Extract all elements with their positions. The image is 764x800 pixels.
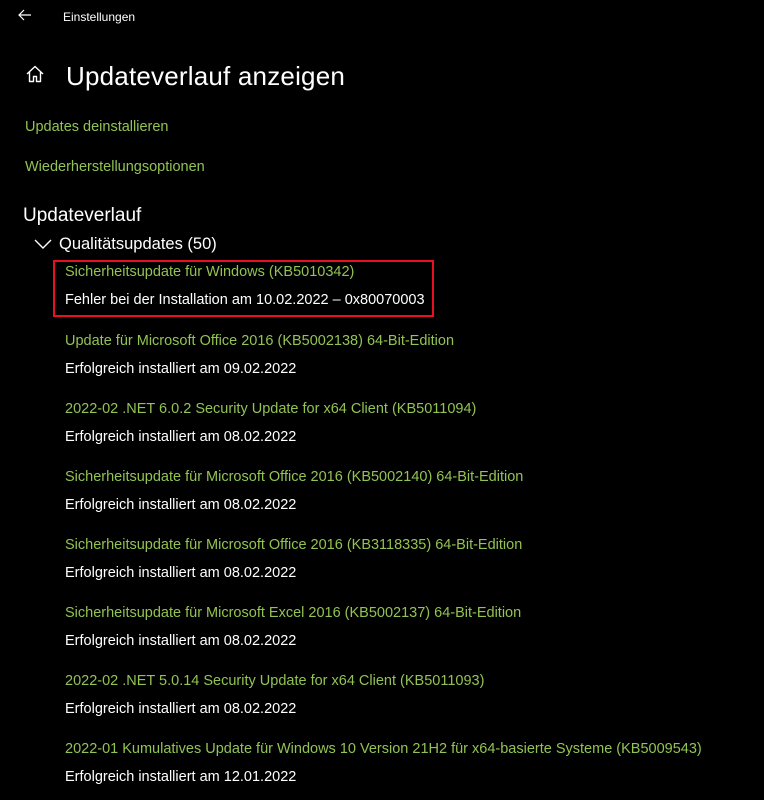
recovery-options-link[interactable]: Wiederherstellungsoptionen <box>25 159 205 175</box>
title-bar: Einstellungen <box>0 0 764 34</box>
update-item: Sicherheitsupdate für Microsoft Office 2… <box>65 536 755 596</box>
update-name-link[interactable]: Update für Microsoft Office 2016 (KB5002… <box>65 333 454 349</box>
update-item: 2022-02 .NET 6.0.2 Security Update for x… <box>65 400 755 460</box>
update-name-link[interactable]: 2022-01 Kumulatives Update für Windows 1… <box>65 741 702 757</box>
quality-updates-group-toggle[interactable]: Qualitätsupdates (50) <box>33 234 217 254</box>
group-label: Qualitätsupdates (50) <box>59 234 217 253</box>
update-item: 2022-01 Kumulatives Update für Windows 1… <box>65 740 755 800</box>
update-status: Erfolgreich installiert am 12.01.2022 <box>65 769 297 785</box>
update-status: Erfolgreich installiert am 08.02.2022 <box>65 701 297 717</box>
update-name-link[interactable]: 2022-02 .NET 5.0.14 Security Update for … <box>65 673 484 689</box>
update-name-link[interactable]: 2022-02 .NET 6.0.2 Security Update for x… <box>65 401 476 417</box>
update-status: Erfolgreich installiert am 08.02.2022 <box>65 497 297 513</box>
app-title: Einstellungen <box>63 10 136 24</box>
update-item: Update für Microsoft Office 2016 (KB5002… <box>65 332 755 392</box>
back-button[interactable] <box>8 3 42 31</box>
update-name-link[interactable]: Sicherheitsupdate für Microsoft Excel 20… <box>65 605 521 621</box>
page-title: Updateverlauf anzeigen <box>66 60 346 91</box>
section-title: Updateverlauf <box>23 205 142 226</box>
page-header: Updateverlauf anzeigen <box>22 56 345 96</box>
back-arrow-icon <box>18 8 32 26</box>
update-status: Erfolgreich installiert am 08.02.2022 <box>65 633 297 649</box>
update-name-link[interactable]: Sicherheitsupdate für Microsoft Office 2… <box>65 537 522 553</box>
update-item: Sicherheitsupdate für Microsoft Office 2… <box>65 468 755 528</box>
update-status: Erfolgreich installiert am 08.02.2022 <box>65 429 297 445</box>
home-button[interactable] <box>22 63 48 89</box>
update-item: Sicherheitsupdate für Microsoft Excel 20… <box>65 604 755 664</box>
uninstall-updates-link[interactable]: Updates deinstallieren <box>25 119 168 135</box>
failed-update-highlight <box>53 260 434 317</box>
update-status: Erfolgreich installiert am 08.02.2022 <box>65 565 297 581</box>
chevron-down-icon <box>33 234 53 254</box>
update-name-link[interactable]: Sicherheitsupdate für Microsoft Office 2… <box>65 469 523 485</box>
home-icon <box>25 64 45 89</box>
update-status: Erfolgreich installiert am 09.02.2022 <box>65 361 297 377</box>
update-item: 2022-02 .NET 5.0.14 Security Update for … <box>65 672 755 732</box>
